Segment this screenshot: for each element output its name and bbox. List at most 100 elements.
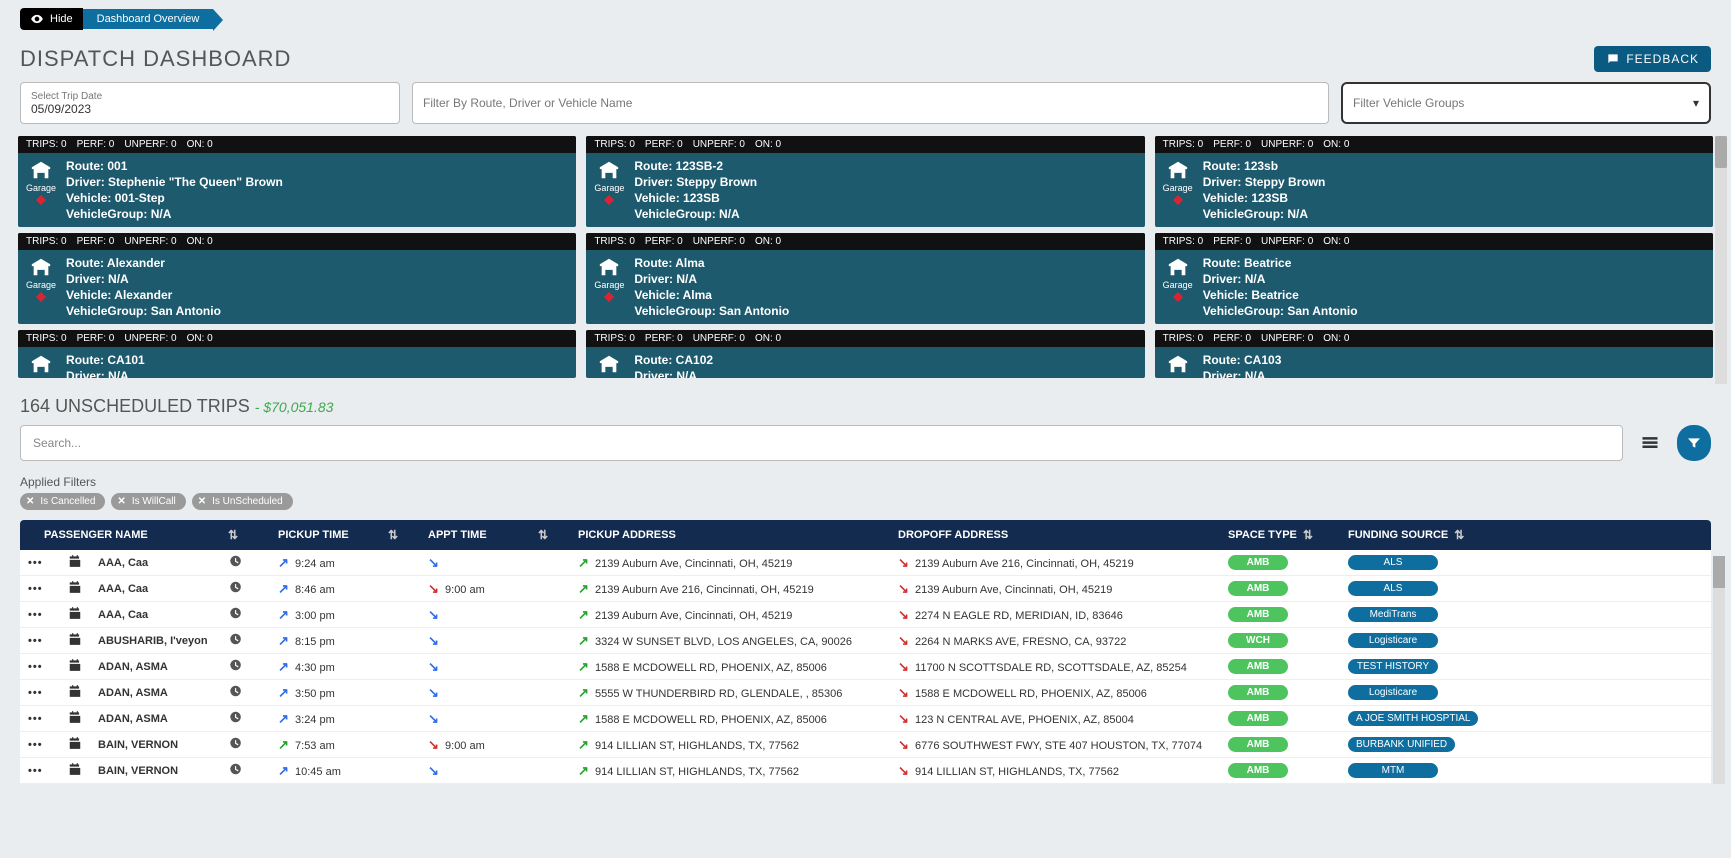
table-scrollbar-thumb[interactable]: [1713, 556, 1725, 588]
calendar-icon[interactable]: [68, 632, 82, 646]
history-icon[interactable]: [228, 710, 242, 724]
route-card[interactable]: TRIPS: 0PERF: 0UNPERF: 0ON: 0GarageRoute…: [586, 136, 1144, 227]
pickup-time: ↗ 9:24 am: [278, 555, 388, 571]
eye-icon: [30, 12, 44, 26]
trip-search-placeholder: Search...: [33, 436, 81, 450]
history-icon[interactable]: [228, 580, 242, 594]
col-pickup-address[interactable]: PICKUP ADDRESS: [578, 529, 898, 541]
table-row[interactable]: •••ADAN, ASMA↗ 4:30 pm↘ ↗ 1588 E MCDOWEL…: [20, 654, 1711, 680]
col-space-type[interactable]: SPACE TYPE ⇅: [1228, 528, 1348, 542]
space-type-badge: AMB: [1228, 581, 1288, 596]
sort-icon[interactable]: ⇅: [228, 528, 238, 542]
funding-source-badge: A JOE SMITH HOSPTIAL: [1348, 711, 1478, 726]
history-icon[interactable]: [228, 658, 242, 672]
calendar-icon[interactable]: [68, 736, 82, 750]
sort-icon[interactable]: ⇅: [1454, 528, 1464, 542]
route-search-input[interactable]: Filter By Route, Driver or Vehicle Name: [412, 82, 1329, 124]
row-menu-icon[interactable]: •••: [28, 635, 68, 647]
sort-icon[interactable]: ⇅: [1303, 528, 1313, 542]
arrow-icon: ↘: [898, 659, 909, 675]
row-menu-icon[interactable]: •••: [28, 661, 68, 673]
close-icon[interactable]: ✕: [26, 496, 34, 507]
route-card[interactable]: TRIPS: 0PERF: 0UNPERF: 0ON: 0GarageRoute…: [1155, 330, 1713, 378]
row-menu-icon[interactable]: •••: [28, 583, 68, 595]
close-icon[interactable]: ✕: [198, 496, 206, 507]
sort-icon[interactable]: ⇅: [388, 528, 398, 542]
arrow-icon: ↘: [898, 607, 909, 623]
history-icon[interactable]: [228, 736, 242, 750]
garage-icon: Garage: [1163, 256, 1193, 318]
pickup-address: ↗ 1588 E MCDOWELL RD, PHOENIX, AZ, 85006: [578, 659, 898, 675]
route-card[interactable]: TRIPS: 0PERF: 0UNPERF: 0ON: 0GarageRoute…: [18, 136, 576, 227]
table-row[interactable]: •••ABUSHARIB, I'veyon↗ 8:15 pm↘ ↗ 3324 W…: [20, 628, 1711, 654]
row-menu-icon[interactable]: •••: [28, 557, 68, 569]
route-stats-bar: TRIPS: 0PERF: 0UNPERF: 0ON: 0: [586, 233, 1144, 250]
calendar-icon[interactable]: [68, 554, 82, 568]
history-icon[interactable]: [228, 632, 242, 646]
row-menu-icon[interactable]: •••: [28, 739, 68, 751]
route-card[interactable]: TRIPS: 0PERF: 0UNPERF: 0ON: 0GarageRoute…: [18, 330, 576, 378]
list-view-button[interactable]: [1633, 425, 1667, 461]
route-card[interactable]: TRIPS: 0PERF: 0UNPERF: 0ON: 0GarageRoute…: [1155, 233, 1713, 324]
arrow-icon: ↗: [578, 685, 589, 701]
row-menu-icon[interactable]: •••: [28, 765, 68, 777]
trip-date-value: 05/09/2023: [31, 102, 389, 116]
route-card[interactable]: TRIPS: 0PERF: 0UNPERF: 0ON: 0GarageRoute…: [1155, 136, 1713, 227]
history-icon[interactable]: [228, 762, 242, 776]
arrow-icon: ↘: [898, 581, 909, 597]
pickup-address: ↗ 2139 Auburn Ave 216, Cincinnati, OH, 4…: [578, 581, 898, 597]
calendar-icon[interactable]: [68, 606, 82, 620]
feedback-button[interactable]: FEEDBACK: [1594, 46, 1711, 72]
calendar-icon[interactable]: [68, 762, 82, 776]
calendar-icon[interactable]: [68, 710, 82, 724]
table-row[interactable]: •••BAIN, VERNON↗ 7:53 am↘ 9:00 am↗ 914 L…: [20, 732, 1711, 758]
filter-button[interactable]: [1677, 425, 1711, 461]
table-row[interactable]: •••AAA, Caa↗ 8:46 am↘ 9:00 am↗ 2139 Aubu…: [20, 576, 1711, 602]
table-row[interactable]: •••AAA, Caa↗ 9:24 am↘ ↗ 2139 Auburn Ave,…: [20, 550, 1711, 576]
breadcrumb[interactable]: Dashboard Overview: [83, 9, 214, 29]
garage-icon: Garage: [26, 159, 56, 221]
row-menu-icon[interactable]: •••: [28, 713, 68, 725]
calendar-icon[interactable]: [68, 658, 82, 672]
table-row[interactable]: •••BAIN, VERNON↗ 10:45 am↘ ↗ 914 LILLIAN…: [20, 758, 1711, 784]
list-icon: [1640, 433, 1660, 453]
filter-pill[interactable]: ✕Is UnScheduled: [192, 493, 293, 510]
vehicle-group-select[interactable]: Filter Vehicle Groups ▾: [1341, 82, 1711, 124]
col-funding-source[interactable]: FUNDING SOURCE ⇅: [1348, 528, 1703, 542]
history-icon[interactable]: [228, 554, 242, 568]
col-pickup-time[interactable]: PICKUP TIME: [278, 529, 388, 541]
passenger-name: AAA, Caa: [98, 609, 228, 621]
arrow-icon: ↘: [428, 685, 439, 701]
arrow-icon: ↘: [428, 737, 439, 753]
route-card[interactable]: TRIPS: 0PERF: 0UNPERF: 0ON: 0GarageRoute…: [586, 330, 1144, 378]
cards-scrollbar-thumb[interactable]: [1715, 136, 1727, 168]
table-row[interactable]: •••ADAN, ASMA↗ 3:50 pm↘ ↗ 5555 W THUNDER…: [20, 680, 1711, 706]
close-icon[interactable]: ✕: [117, 496, 125, 507]
trip-date-input[interactable]: Select Trip Date 05/09/2023: [20, 82, 400, 124]
col-dropoff-address[interactable]: DROPOFF ADDRESS: [898, 529, 1228, 541]
hide-button[interactable]: Hide: [20, 8, 83, 30]
calendar-icon[interactable]: [68, 684, 82, 698]
dropoff-address: ↘ 914 LILLIAN ST, HIGHLANDS, TX, 77562: [898, 763, 1228, 779]
arrow-icon: ↗: [578, 737, 589, 753]
route-card[interactable]: TRIPS: 0PERF: 0UNPERF: 0ON: 0GarageRoute…: [586, 233, 1144, 324]
row-menu-icon[interactable]: •••: [28, 687, 68, 699]
sort-icon[interactable]: ⇅: [538, 528, 548, 542]
chevron-down-icon: ▾: [1693, 96, 1699, 110]
col-passenger[interactable]: PASSENGER NAME: [28, 529, 228, 541]
history-icon[interactable]: [228, 606, 242, 620]
history-icon[interactable]: [228, 684, 242, 698]
route-card[interactable]: TRIPS: 0PERF: 0UNPERF: 0ON: 0GarageRoute…: [18, 233, 576, 324]
calendar-icon[interactable]: [68, 580, 82, 594]
table-row[interactable]: •••AAA, Caa↗ 3:00 pm↘ ↗ 2139 Auburn Ave,…: [20, 602, 1711, 628]
filter-pill[interactable]: ✕Is Cancelled: [20, 493, 105, 510]
pickup-address: ↗ 5555 W THUNDERBIRD RD, GLENDALE, , 853…: [578, 685, 898, 701]
trip-search-input[interactable]: Search...: [20, 425, 1623, 461]
arrow-icon: ↘: [428, 659, 439, 675]
row-menu-icon[interactable]: •••: [28, 609, 68, 621]
arrow-icon: ↗: [578, 633, 589, 649]
col-appt-time[interactable]: APPT TIME: [428, 529, 538, 541]
filter-pill[interactable]: ✕Is WillCall: [111, 493, 185, 510]
table-row[interactable]: •••ADAN, ASMA↗ 3:24 pm↘ ↗ 1588 E MCDOWEL…: [20, 706, 1711, 732]
arrow-icon: ↗: [578, 763, 589, 779]
